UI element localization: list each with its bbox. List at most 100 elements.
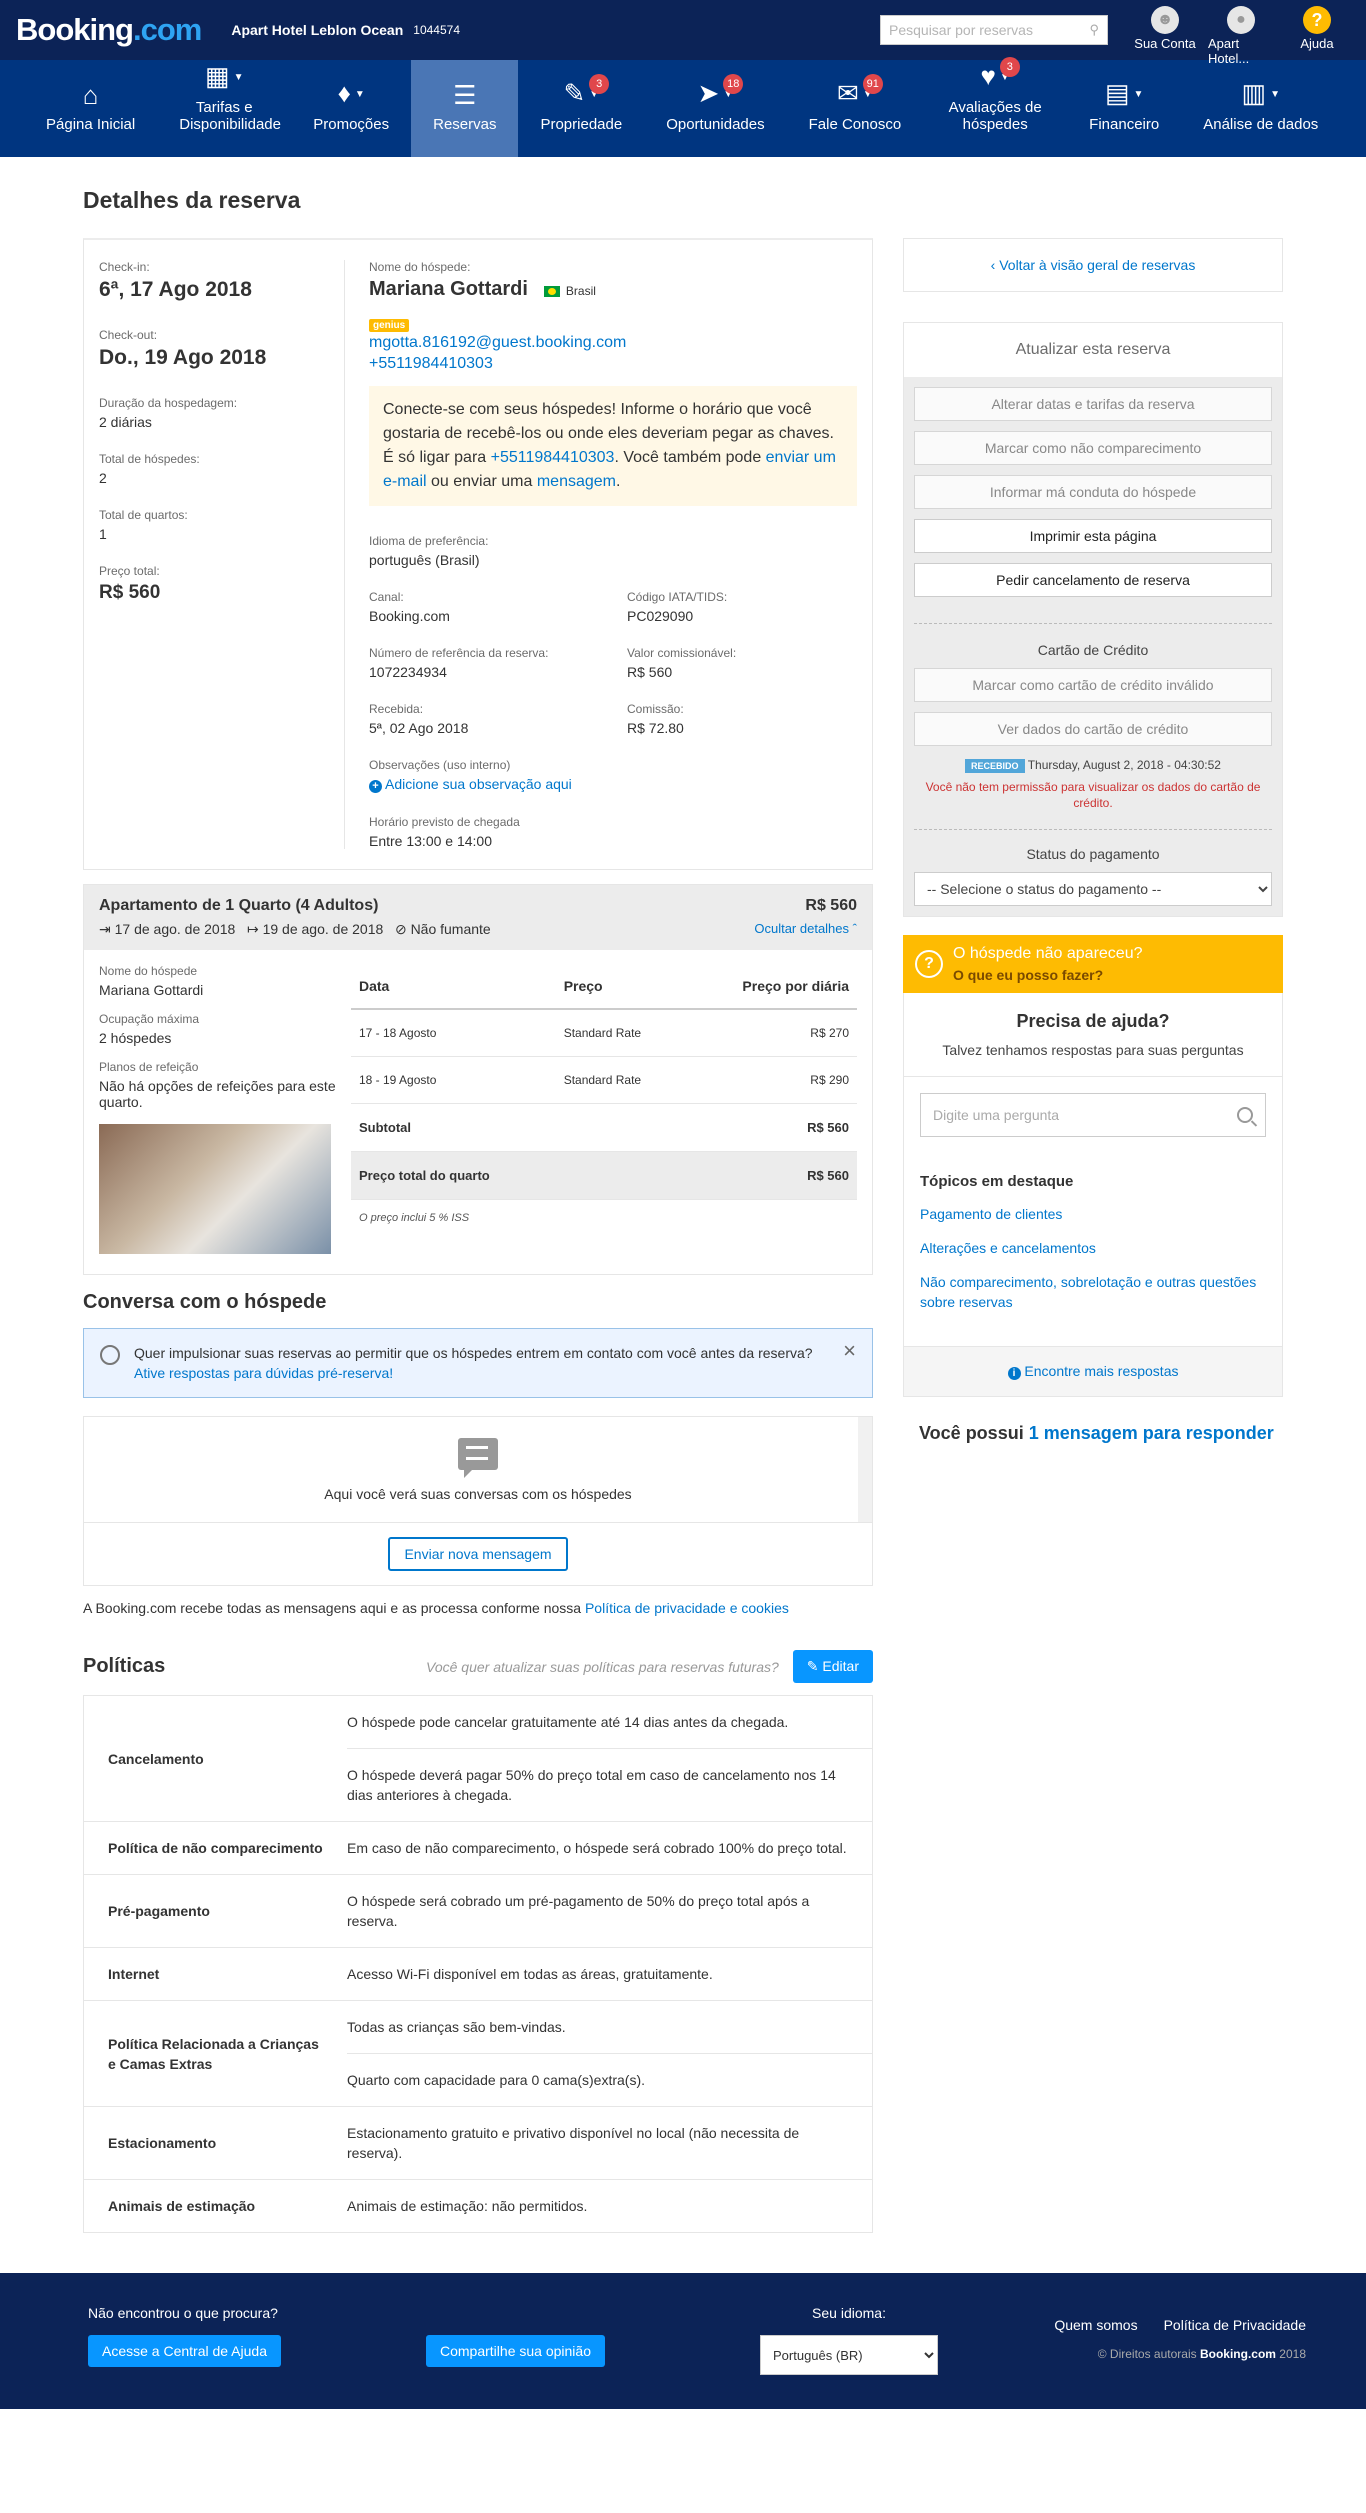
- received-label: Recebida:: [369, 702, 424, 716]
- account-menu[interactable]: ☻ Sua Conta: [1132, 6, 1198, 66]
- view-card-button[interactable]: Ver dados do cartão de crédito: [914, 712, 1272, 746]
- nav-opportunities[interactable]: ➤ 18 ▼ Oportunidades: [644, 60, 786, 157]
- table-row: 18 - 19 Agosto Standard Rate R$ 290: [351, 1056, 857, 1104]
- topic-link[interactable]: Não comparecimento, sobrelotação e outra…: [920, 1272, 1266, 1312]
- search-icon[interactable]: [1237, 1107, 1253, 1123]
- room-panel: Apartamento de 1 Quarto (4 Adultos) ⇥ 17…: [83, 884, 873, 1275]
- back-to-reservations-link[interactable]: Voltar à visão geral de reservas: [999, 257, 1195, 273]
- conversation-scrollbar[interactable]: [858, 1417, 872, 1522]
- checkout-arrow-icon: ↦: [246, 921, 259, 937]
- search-icon[interactable]: ⚲: [1089, 22, 1099, 38]
- nav-reviews[interactable]: ♥ 3 ▼ Avaliações de hóspedes: [923, 56, 1067, 157]
- nav-home[interactable]: ⌂ Página Inicial: [24, 60, 157, 157]
- top-bar: Booking.com Apart Hotel Leblon Ocean 104…: [0, 0, 1366, 66]
- pencil-icon: ✎: [806, 1658, 819, 1674]
- brazil-flag-icon: [543, 286, 560, 298]
- back-box: ‹ Voltar à visão geral de reservas: [903, 238, 1283, 292]
- nav-promotions[interactable]: ♦ ▼ Promoções: [291, 60, 411, 157]
- nav-contact[interactable]: ✉ 91 ▼ Fale Conosco: [787, 60, 924, 157]
- nav-reservations[interactable]: ☰ Reservas: [411, 60, 519, 157]
- pre-booking-banner: Quer impulsionar suas reservas ao permit…: [83, 1328, 873, 1398]
- nav-rates[interactable]: ▦ ▼ Tarifas e Disponibilidade: [157, 60, 291, 157]
- close-icon[interactable]: ×: [843, 1340, 856, 1362]
- report-misconduct-button[interactable]: Informar má conduta do hóspede: [914, 475, 1272, 509]
- room-header: Apartamento de 1 Quarto (4 Adultos) ⇥ 17…: [84, 885, 872, 950]
- contact-badge: 91: [862, 73, 883, 94]
- help-center-button[interactable]: Acesse a Central de Ajuda: [88, 2335, 281, 2367]
- meal-value: Não há opções de refeições para este qua…: [99, 1078, 336, 1110]
- nav-property[interactable]: ✎ 3 ▼ Propriedade: [518, 60, 644, 157]
- notice-phone-link[interactable]: +5511984410303: [491, 449, 615, 466]
- property-avatar-icon: ●: [1227, 6, 1255, 34]
- help-title: Precisa de ajuda?: [1016, 1011, 1170, 1031]
- room-photo[interactable]: [99, 1124, 331, 1254]
- update-title: Atualizar esta reserva: [904, 323, 1282, 377]
- nav-analytics[interactable]: ▥ ▼ Análise de dados: [1181, 60, 1340, 157]
- channel-value: Booking.com: [369, 608, 450, 624]
- conversation-empty-text: Aqui você verá suas conversas com os hós…: [324, 1485, 632, 1502]
- privacy-link[interactable]: Política de privacidade e cookies: [585, 1600, 789, 1616]
- envelope-icon: ✉ 91 ▼: [837, 73, 883, 110]
- room-smoking: Não fumante: [410, 921, 491, 937]
- send-message-button[interactable]: Enviar nova mensagem: [388, 1537, 568, 1571]
- iata-label: Código IATA/TIDS:: [627, 590, 728, 604]
- reservation-search-input[interactable]: [889, 22, 1090, 38]
- col-rate: Preço: [555, 964, 686, 1010]
- question-icon: ?: [915, 950, 943, 978]
- help-search-input[interactable]: [933, 1107, 1237, 1123]
- property-menu[interactable]: ● Apart Hotel...: [1208, 6, 1274, 66]
- notes-label: Observações (uso interno): [369, 758, 511, 772]
- top-right-menu: ☻ Sua Conta ● Apart Hotel... ? Ajuda: [1132, 6, 1350, 66]
- privacy-policy-link[interactable]: Política de Privacidade: [1164, 2317, 1306, 2333]
- home-icon: ⌂: [82, 80, 99, 110]
- conversation-area: Aqui você verá suas conversas com os hós…: [84, 1417, 872, 1523]
- genius-badge: genius: [369, 319, 410, 332]
- pencil-icon: ✎ 3 ▼: [563, 73, 610, 110]
- share-feedback-button[interactable]: Compartilhe sua opinião: [426, 2335, 605, 2367]
- request-cancellation-button[interactable]: Pedir cancelamento de reserva: [914, 563, 1272, 597]
- policy-row: Internet Acesso Wi-Fi disponível em todas…: [84, 1948, 872, 2001]
- notice-message-link[interactable]: mensagem: [537, 473, 616, 490]
- main-nav: ⌂ Página Inicial ▦ ▼ Tarifas e Disponibilid…: [0, 56, 1366, 157]
- edit-policies-button[interactable]: ✎ Editar: [792, 1650, 873, 1683]
- hide-details-link[interactable]: Ocultar detalhes: [754, 921, 849, 936]
- col-date: Data: [351, 964, 556, 1010]
- policies-title: Políticas: [83, 1655, 166, 1677]
- change-dates-button[interactable]: Alterar datas e tarifas da reserva: [914, 387, 1272, 421]
- payment-status-select[interactable]: -- Selecione o status do pagamento --: [914, 872, 1272, 906]
- arrival-value: Entre 13:00 e 14:00: [369, 833, 492, 849]
- conversation-title: Conversa com o hóspede: [83, 1291, 327, 1313]
- add-note-link[interactable]: Adicione sua observação aqui: [385, 776, 572, 792]
- copyright: © Direitos autorais Booking.com 2018: [1097, 2347, 1306, 2361]
- iata-value: PC029090: [627, 608, 694, 624]
- update-panel: Atualizar esta reserva Alterar datas e t…: [903, 322, 1283, 917]
- language-select[interactable]: Português (BR): [760, 2335, 938, 2375]
- about-link[interactable]: Quem somos: [1054, 2317, 1137, 2333]
- no-smoking-icon: ⊘: [394, 921, 407, 937]
- mark-card-invalid-button[interactable]: Marcar como cartão de crédito inválido: [914, 668, 1272, 702]
- messages-link[interactable]: 1 mensagem para responder: [1029, 1423, 1274, 1443]
- noshow-link[interactable]: O que eu posso fazer?: [953, 967, 1142, 983]
- guest-email-link[interactable]: mgotta.816192@guest.booking.com: [369, 334, 626, 351]
- chevron-left-icon: ‹: [990, 257, 996, 273]
- guest-phone-link[interactable]: +5511984410303: [369, 355, 493, 372]
- reference-label: Número de referência da reserva:: [369, 646, 549, 660]
- help-menu[interactable]: ? Ajuda: [1284, 6, 1350, 66]
- checkin-date: 6ª, 17 Ago 2018: [99, 278, 252, 301]
- guest-name-label: Nome do hóspede:: [369, 260, 471, 274]
- nav-finance[interactable]: ▤ ▼ Financeiro: [1067, 60, 1181, 157]
- footer: Não encontrou o que procura? Acesse a Ce…: [0, 2273, 1366, 2409]
- topic-link[interactable]: Alterações e cancelamentos: [920, 1238, 1266, 1258]
- print-page-button[interactable]: Imprimir esta página: [914, 519, 1272, 553]
- topic-link[interactable]: Pagamento de clientes: [920, 1204, 1266, 1224]
- banner-link[interactable]: Ative respostas para dúvidas pré-reserva…: [134, 1365, 393, 1381]
- document-icon: ▤ ▼: [1104, 77, 1144, 108]
- footer-not-found: Não encontrou o que procura?: [88, 2305, 278, 2321]
- bar-chart-icon: ▥ ▼: [1241, 77, 1280, 108]
- mark-noshow-button[interactable]: Marcar como não comparecimento: [914, 431, 1272, 465]
- received-value: 5ª, 02 Ago 2018: [369, 720, 469, 736]
- payment-status-title: Status do pagamento: [914, 829, 1272, 862]
- guest-country: Brasil: [565, 284, 596, 298]
- more-answers-link[interactable]: Encontre mais respostas: [1024, 1363, 1178, 1379]
- booking-logo[interactable]: Booking.com: [16, 12, 202, 48]
